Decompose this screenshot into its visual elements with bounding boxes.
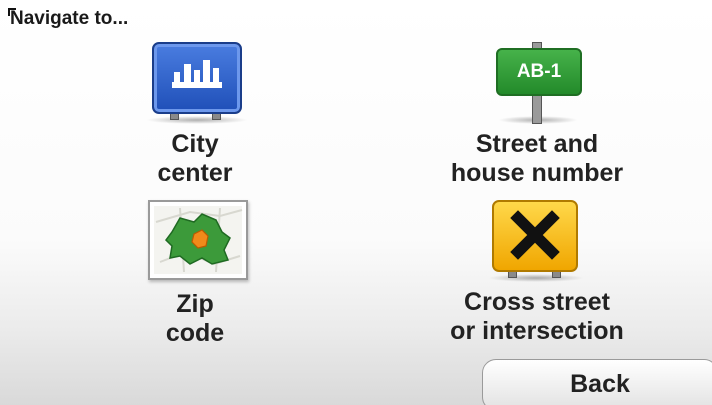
cross-street-option[interactable]: Cross street or intersection (430, 200, 644, 350)
zip-map-icon (148, 200, 248, 280)
cross-sign-icon (488, 200, 584, 284)
street-sign-icon: AB-1 (496, 40, 582, 128)
back-button[interactable]: Back (482, 359, 712, 405)
zip-code-option[interactable]: Zip code (130, 200, 260, 350)
street-sign-text: AB-1 (496, 48, 582, 96)
street-house-number-label: Street and house number (450, 130, 624, 187)
navigate-screen: Navigate to... City center AB-1 Street a… (0, 0, 712, 405)
cross-street-label: Cross street or intersection (450, 288, 624, 345)
city-center-sign-icon (146, 42, 248, 126)
city-center-option[interactable]: City center (130, 42, 260, 192)
street-house-number-option[interactable]: AB-1 Street and house number (430, 40, 644, 190)
zip-code-label: Zip code (165, 290, 225, 347)
page-title: Navigate to... (10, 8, 129, 29)
city-center-label: City center (157, 130, 233, 187)
